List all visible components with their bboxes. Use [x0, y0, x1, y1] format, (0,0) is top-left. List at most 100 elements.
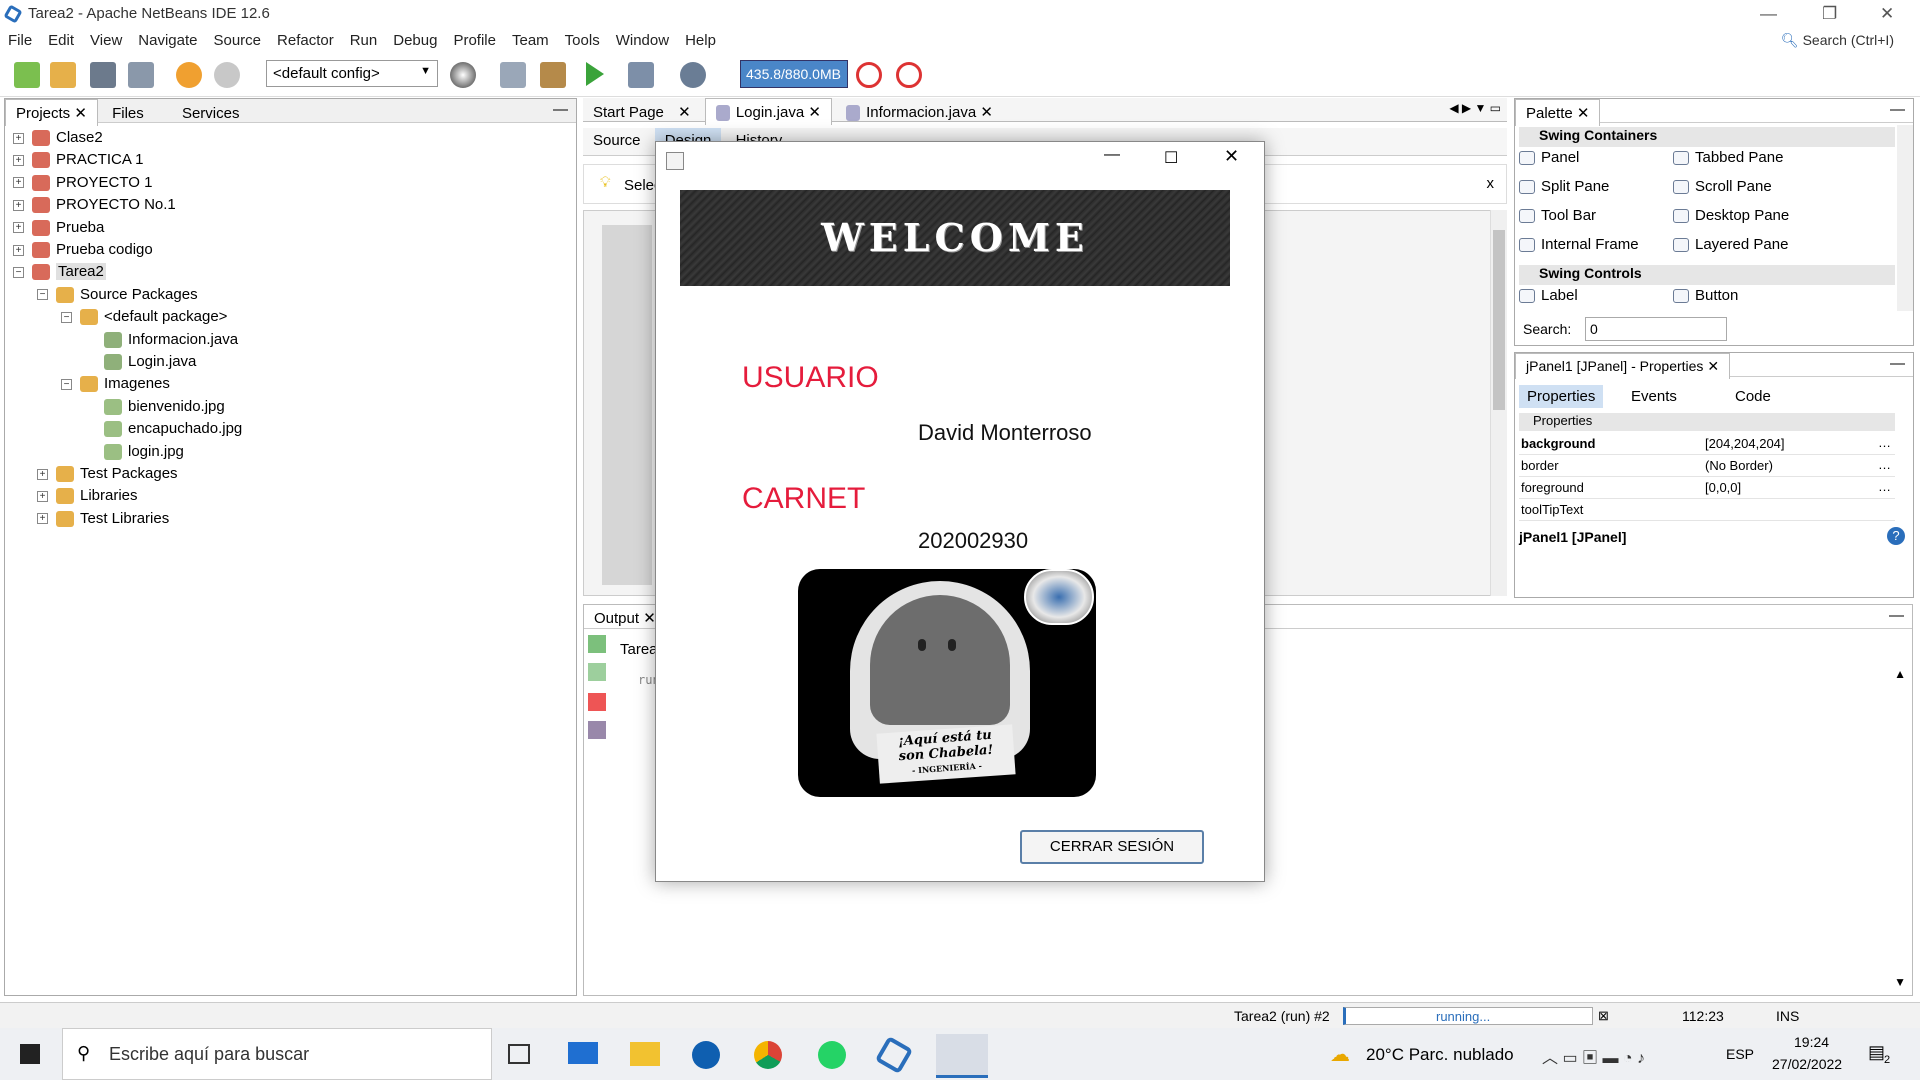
mail-icon[interactable]	[568, 1042, 598, 1064]
profile-icon[interactable]	[680, 62, 706, 88]
expand-icon[interactable]: +	[37, 468, 48, 480]
menu-window[interactable]: Window	[608, 28, 677, 49]
tab-properties[interactable]: Properties	[1519, 385, 1604, 408]
cerrar-sesion-button[interactable]: CERRAR SESIÓN	[1020, 830, 1204, 864]
taskbar-search[interactable]: ⚲ Escribe aquí para buscar	[62, 1028, 492, 1080]
tree-item[interactable]: + Prueba	[13, 219, 104, 236]
stop-icon[interactable]	[588, 693, 606, 711]
tab-properties-window[interactable]: jPanel1 [JPanel] - Properties ✕	[1515, 353, 1731, 379]
expand-icon[interactable]: +	[13, 199, 24, 211]
property-row[interactable]: toolTipText	[1519, 499, 1895, 521]
clock-time[interactable]: 19:24	[1794, 1034, 1829, 1050]
property-row[interactable]: border (No Border)…	[1519, 455, 1895, 477]
palette-item[interactable]: Label	[1519, 287, 1578, 304]
palette-item[interactable]: Internal Frame	[1519, 236, 1639, 253]
close-icon[interactable]: ✕	[1224, 146, 1239, 167]
expand-icon[interactable]: +	[13, 154, 24, 166]
minimize-panel-icon[interactable]: —	[1890, 101, 1905, 118]
minimize-icon[interactable]: —	[1760, 4, 1777, 24]
ide-search[interactable]: 🔍︎ Search (Ctrl+I)	[1781, 32, 1894, 49]
property-value[interactable]: [204,204,204]	[1705, 436, 1785, 451]
tab-services[interactable]: Services	[172, 101, 250, 126]
java-taskbar-icon[interactable]	[936, 1034, 988, 1078]
palette-item[interactable]: Layered Pane	[1673, 236, 1788, 253]
expand-icon[interactable]: +	[37, 490, 48, 502]
property-value[interactable]: [0,0,0]	[1705, 480, 1741, 495]
whatsapp-icon[interactable]	[818, 1041, 846, 1069]
build-icon[interactable]	[500, 62, 526, 88]
app-icon[interactable]	[692, 1041, 720, 1069]
section-swing-containers[interactable]: Swing Containers	[1519, 127, 1895, 147]
menu-profile[interactable]: Profile	[445, 28, 504, 49]
expand-icon[interactable]: +	[13, 177, 24, 189]
close-icon[interactable]: ✕	[1880, 4, 1894, 24]
help-icon[interactable]: ?	[1887, 527, 1905, 545]
clean-build-icon[interactable]	[540, 62, 566, 88]
close-icon[interactable]: ✕	[643, 610, 656, 627]
debug-icon[interactable]	[628, 62, 654, 88]
restore-icon[interactable]: ❐	[1822, 4, 1837, 24]
new-project-icon[interactable]	[50, 62, 76, 88]
palette-item[interactable]: Desktop Pane	[1673, 207, 1789, 224]
expand-icon[interactable]: +	[13, 244, 24, 256]
palette-scrollbar[interactable]	[1897, 125, 1913, 311]
tab-output[interactable]: Output ✕	[584, 605, 666, 631]
windows-start-icon[interactable]	[20, 1044, 40, 1064]
close-icon[interactable]: x	[1487, 175, 1495, 192]
netbeans-taskbar-icon[interactable]	[874, 1035, 914, 1075]
menu-navigate[interactable]: Navigate	[130, 28, 205, 49]
tab-projects[interactable]: Projects ✕	[5, 99, 98, 126]
minimize-panel-icon[interactable]: —	[1890, 355, 1905, 372]
tree-item[interactable]: + PRACTICA 1	[13, 151, 144, 169]
tree-item[interactable]: bienvenido.jpg	[85, 398, 225, 415]
run-status[interactable]: Tarea2 (run) #2	[1234, 1008, 1330, 1024]
browser-icon[interactable]	[450, 62, 476, 88]
tree-item[interactable]: + PROYECTO 1	[13, 174, 152, 191]
tree-item[interactable]: + Libraries	[37, 487, 138, 505]
maximize-icon[interactable]: ☐	[1164, 148, 1178, 168]
property-value[interactable]: (No Border)	[1705, 458, 1773, 473]
output-scroll-down-icon[interactable]: ▼	[1894, 975, 1906, 989]
menu-source[interactable]: Source	[205, 28, 269, 49]
menu-help[interactable]: Help	[677, 28, 724, 49]
close-icon[interactable]: ✕	[1577, 105, 1590, 122]
menu-file[interactable]: File	[0, 28, 40, 49]
tab-informacion-java[interactable]: Informacion.java ✕	[836, 99, 1003, 125]
palette-item[interactable]: Split Pane	[1519, 178, 1609, 195]
tree-item[interactable]: Login.java	[85, 353, 196, 371]
tray-icons[interactable]: ︿ ▭ ▣ ▬ ◔ ♪	[1542, 1044, 1645, 1068]
memory-indicator[interactable]: 435.8/880.0MB	[740, 60, 848, 88]
ellipsis-button[interactable]: …	[1878, 457, 1891, 472]
menu-run[interactable]: Run	[342, 28, 386, 49]
palette-item[interactable]: Tabbed Pane	[1673, 149, 1783, 166]
scrollbar-thumb[interactable]	[1493, 230, 1505, 410]
minimize-icon[interactable]: —	[1104, 146, 1120, 164]
property-row[interactable]: foreground [0,0,0]…	[1519, 477, 1895, 499]
tab-login-java[interactable]: Login.java ✕	[704, 98, 832, 126]
expand-icon[interactable]: −	[61, 311, 72, 323]
weather-text[interactable]: 20°C Parc. nublado	[1366, 1045, 1514, 1065]
expand-icon[interactable]: +	[13, 132, 24, 144]
tab-source[interactable]: Source	[583, 128, 651, 153]
tree-item[interactable]: + Prueba codigo	[13, 241, 153, 259]
task-view-icon[interactable]	[508, 1044, 530, 1064]
palette-item[interactable]: Tool Bar	[1519, 207, 1596, 224]
menu-edit[interactable]: Edit	[40, 28, 82, 49]
palette-item[interactable]: Panel	[1519, 149, 1579, 166]
close-icon[interactable]: ✕	[74, 105, 87, 122]
tab-start-page[interactable]: Start Page ✕	[583, 99, 701, 125]
cancel-task-icon[interactable]: ⊠	[1598, 1008, 1609, 1024]
palette-search-input[interactable]: 0	[1585, 317, 1727, 341]
expand-icon[interactable]: −	[61, 378, 72, 390]
rerun-icon[interactable]	[588, 635, 606, 653]
chrome-icon[interactable]	[754, 1041, 782, 1069]
output-subtab[interactable]: Tarea	[620, 641, 658, 658]
open-project-icon[interactable]	[90, 62, 116, 88]
tree-item[interactable]: − Tarea2	[13, 263, 106, 281]
undo-icon[interactable]	[176, 62, 202, 88]
weather-icon[interactable]: ☁︎	[1330, 1042, 1350, 1067]
tab-code[interactable]: Code	[1727, 385, 1779, 408]
tab-files[interactable]: Files	[102, 101, 154, 126]
config-select[interactable]: <default config> ▼	[266, 60, 438, 87]
palette-item[interactable]: Button	[1673, 287, 1738, 304]
